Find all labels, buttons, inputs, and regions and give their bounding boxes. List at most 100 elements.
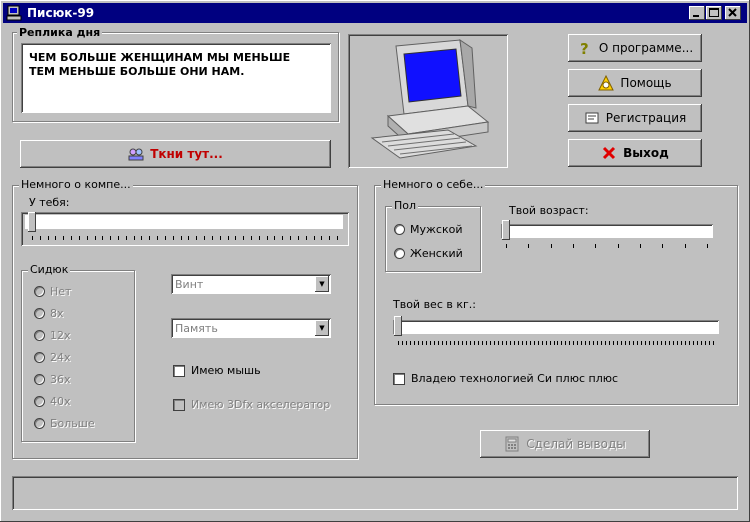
- slider-tick: [251, 236, 252, 240]
- slider-tick: [554, 341, 555, 345]
- about-label: О программе...: [598, 41, 694, 55]
- cdrom-option-8x[interactable]: 8x: [34, 307, 64, 320]
- you-have-slider[interactable]: [21, 212, 349, 246]
- register-label: Регистрация: [605, 111, 687, 125]
- slider-tick: [442, 341, 443, 345]
- slider-tick: [573, 244, 574, 248]
- slider-tick: [494, 341, 495, 345]
- slider-tick: [490, 341, 491, 345]
- cdrom-option-24x[interactable]: 24x: [34, 351, 71, 364]
- slider-tick: [474, 341, 475, 345]
- slider-tick: [102, 236, 103, 240]
- slider-tick: [581, 341, 582, 345]
- sex-male-radio[interactable]: Мужской: [394, 223, 462, 236]
- maximize-button[interactable]: [706, 6, 722, 20]
- you-have-ticks: [32, 236, 338, 240]
- slider-tick: [71, 236, 72, 240]
- slider-tick: [649, 341, 650, 345]
- status-bar: [12, 476, 738, 510]
- slider-tick: [597, 341, 598, 345]
- slider-tick: [637, 341, 638, 345]
- slider-tick: [673, 341, 674, 345]
- slider-tick: [629, 341, 630, 345]
- weight-slider-thumb[interactable]: [394, 316, 402, 336]
- weight-slider[interactable]: [393, 320, 719, 334]
- close-button[interactable]: [725, 6, 741, 20]
- slider-tick: [430, 341, 431, 345]
- slider-tick: [577, 341, 578, 345]
- slider-tick: [685, 244, 686, 248]
- slider-tick: [410, 341, 411, 345]
- slider-tick: [601, 341, 602, 345]
- slider-tick: [466, 341, 467, 345]
- register-button[interactable]: Регистрация: [568, 104, 702, 132]
- slider-tick: [63, 236, 64, 240]
- slider-tick: [528, 244, 529, 248]
- slider-tick: [510, 341, 511, 345]
- conclude-button[interactable]: Сделай выводы: [480, 430, 650, 458]
- slider-tick: [561, 341, 562, 345]
- chevron-down-icon[interactable]: ▼: [315, 320, 329, 336]
- slider-tick: [134, 236, 135, 240]
- calculator-icon: [504, 436, 520, 452]
- slider-tick: [486, 341, 487, 345]
- slider-tick: [212, 236, 213, 240]
- poke-label: Ткни тут...: [150, 147, 223, 161]
- cdrom-option-40x[interactable]: 40x: [34, 395, 71, 408]
- phrase-group: Реплика дня ЧЕМ БОЛЬШЕ ЖЕНЩИНАМ МЫ МЕНЬШ…: [12, 26, 339, 122]
- people-icon: [128, 146, 144, 162]
- slider-tick: [290, 236, 291, 240]
- slider-tick: [701, 341, 702, 345]
- slider-tick: [693, 341, 694, 345]
- slider-tick: [534, 341, 535, 345]
- cdrom-option-none[interactable]: Нет: [34, 285, 71, 298]
- age-slider[interactable]: [501, 224, 713, 238]
- exit-button[interactable]: Выход: [568, 139, 702, 167]
- slider-tick: [506, 341, 507, 345]
- chevron-down-icon[interactable]: ▼: [315, 276, 329, 292]
- slider-tick: [110, 236, 111, 240]
- minimize-button[interactable]: [689, 6, 705, 20]
- slider-tick: [645, 341, 646, 345]
- slider-tick: [454, 341, 455, 345]
- cdrom-option-more[interactable]: Больше: [34, 417, 95, 430]
- help-label: Помощь: [620, 76, 672, 90]
- slider-tick: [87, 236, 88, 240]
- you-have-slider-thumb[interactable]: [28, 212, 36, 232]
- slider-tick: [398, 341, 399, 345]
- poke-button[interactable]: Ткни тут...: [20, 140, 331, 168]
- cdrom-option-12x[interactable]: 12x: [34, 329, 71, 342]
- cpp-checkbox[interactable]: Владею технологией Си плюс плюс: [393, 372, 618, 385]
- slider-tick: [32, 236, 33, 240]
- slider-tick: [118, 236, 119, 240]
- question-icon: ?: [577, 40, 593, 56]
- slider-tick: [653, 341, 654, 345]
- age-slider-thumb[interactable]: [502, 220, 510, 240]
- slider-tick: [550, 341, 551, 345]
- slider-tick: [689, 341, 690, 345]
- sex-female-radio[interactable]: Женский: [394, 247, 463, 260]
- cpp-checkbox-label: Владею технологией Си плюс плюс: [411, 372, 619, 385]
- slider-tick: [406, 341, 407, 345]
- mouse-checkbox[interactable]: Имею мышь: [173, 364, 261, 377]
- slider-tick: [662, 244, 663, 248]
- slider-tick: [188, 236, 189, 240]
- 3dfx-checkbox[interactable]: Имею 3Dfx акселератор: [173, 398, 330, 411]
- slider-tick: [617, 341, 618, 345]
- slider-tick: [621, 341, 622, 345]
- weight-ticks: [398, 341, 714, 345]
- slider-tick: [418, 341, 419, 345]
- memory-combo[interactable]: Память ▼: [171, 318, 331, 338]
- hdd-combo[interactable]: Винт ▼: [171, 274, 331, 294]
- cdrom-label: Сидюк: [28, 263, 71, 276]
- weight-label: Твой вес в кг.:: [393, 298, 476, 311]
- help-button[interactable]: Помощь: [568, 69, 702, 97]
- slider-tick: [565, 341, 566, 345]
- svg-text:?: ?: [580, 40, 589, 56]
- cdrom-option-36x[interactable]: 36x: [34, 373, 71, 386]
- about-button[interactable]: ? О программе...: [568, 34, 702, 62]
- conclude-label: Сделай выводы: [526, 437, 626, 451]
- slider-tick: [640, 244, 641, 248]
- slider-tick: [55, 236, 56, 240]
- sex-group: Пол Мужской Женский: [385, 199, 481, 272]
